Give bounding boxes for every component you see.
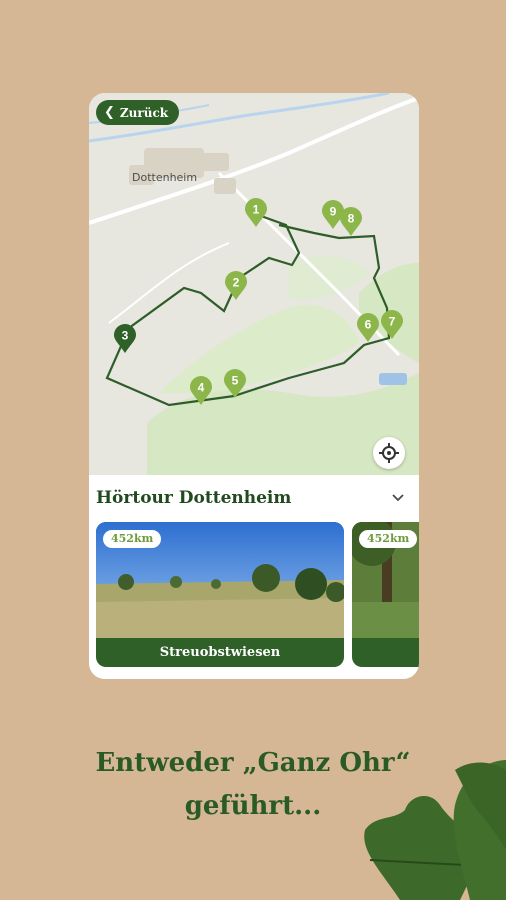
oak-leaves-illustration (364, 760, 506, 900)
